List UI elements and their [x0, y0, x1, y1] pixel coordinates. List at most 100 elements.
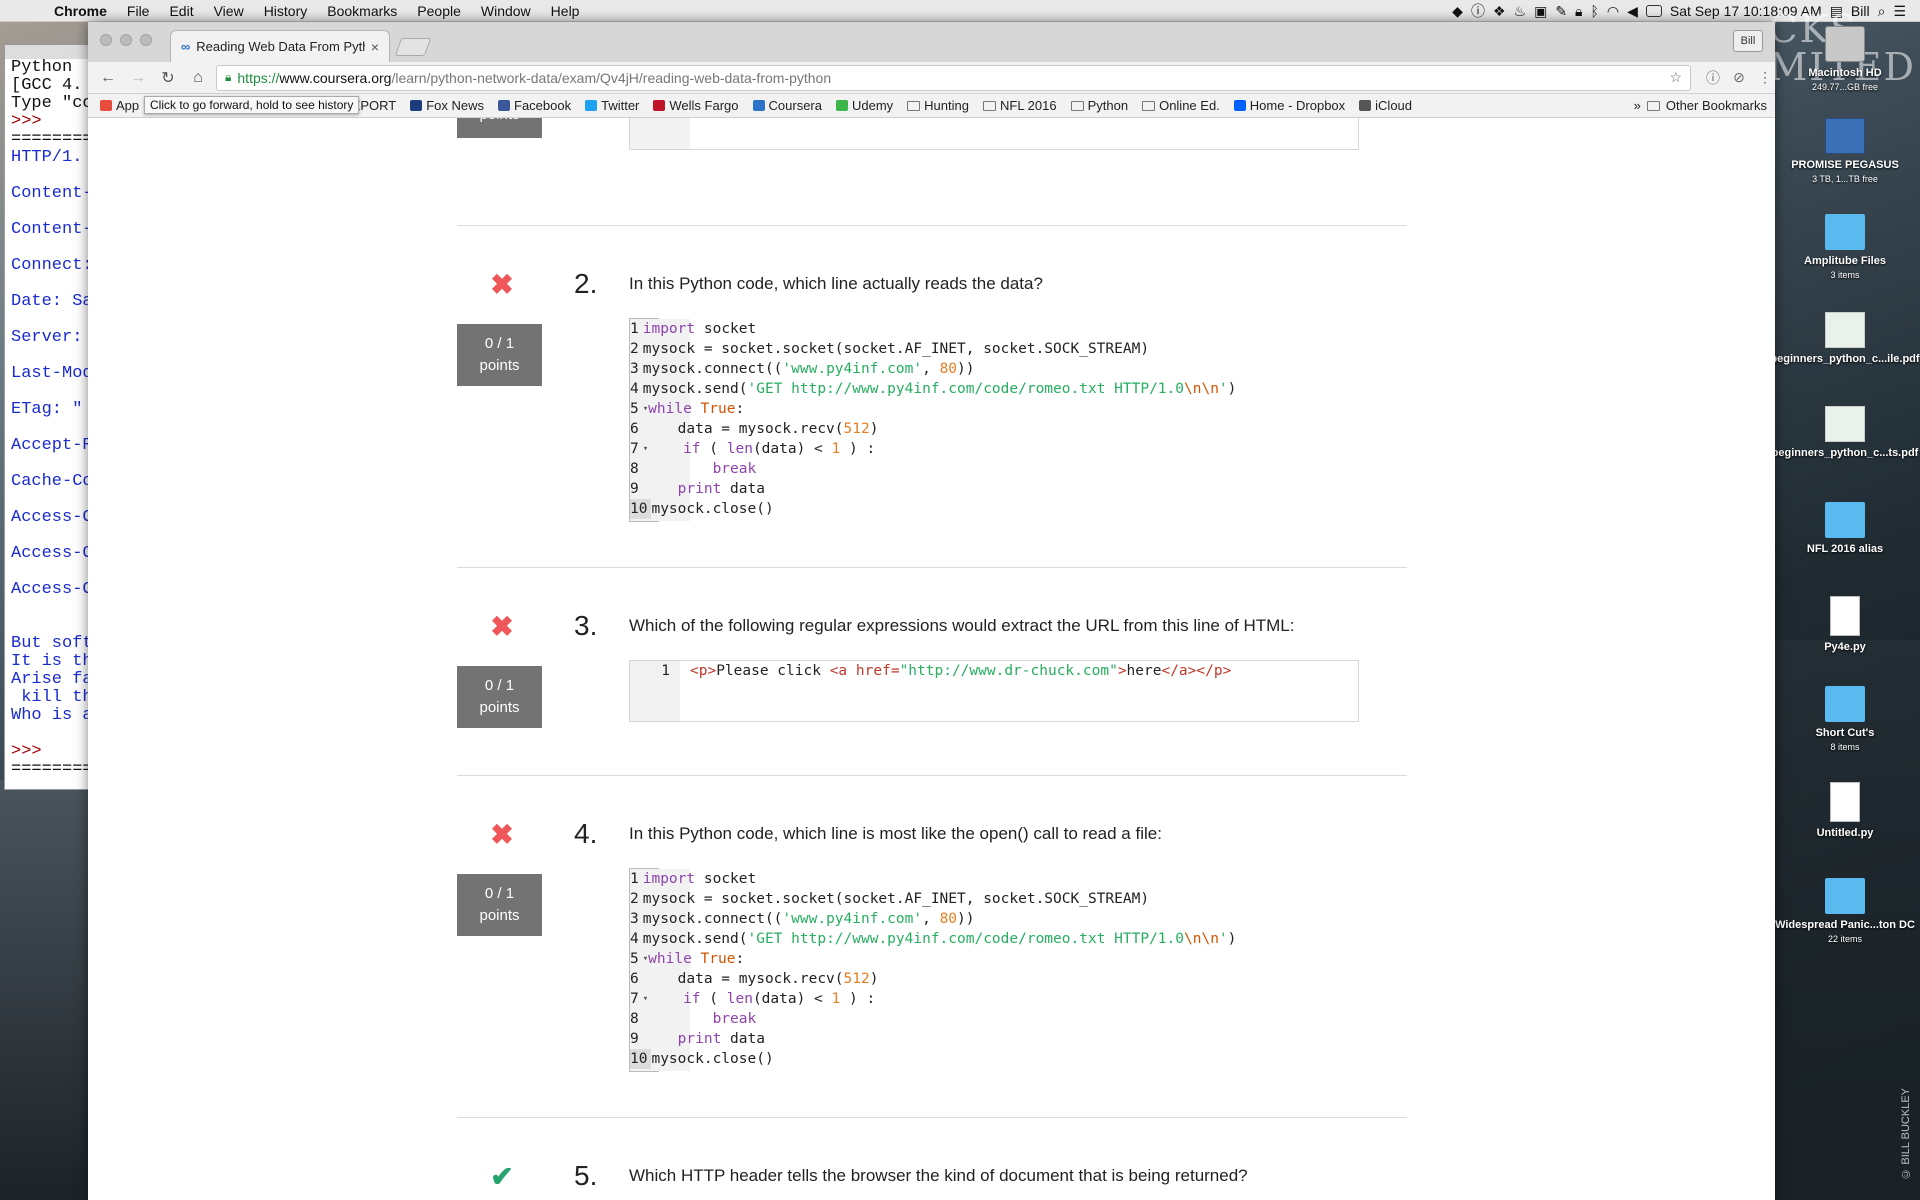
menu-app-name[interactable]: Chrome	[44, 3, 117, 19]
battery-icon[interactable]	[1645, 5, 1662, 17]
back-button[interactable]: ←	[96, 69, 120, 87]
bookmark-label: Online Ed.	[1159, 98, 1220, 113]
menu-history[interactable]: History	[254, 3, 318, 19]
bookmark-udemy[interactable]: Udemy	[835, 98, 893, 113]
line-number: 1	[661, 663, 670, 679]
bookmark-facebook[interactable]: Facebook	[498, 98, 571, 113]
profile-button[interactable]: Bill	[1733, 30, 1763, 52]
bookmark-twitter[interactable]: Twitter	[585, 98, 639, 113]
extension-block-icon[interactable]: ⊘	[1729, 69, 1749, 86]
menu-help[interactable]: Help	[541, 3, 590, 19]
volume-icon[interactable]: ◀	[1627, 3, 1638, 20]
idle-titlebar[interactable]	[5, 45, 89, 59]
wifi-icon[interactable]: ◠	[1607, 3, 1619, 20]
menu-people[interactable]: People	[407, 3, 471, 19]
bookmarks-more-button[interactable]: »	[1634, 98, 1641, 113]
menu-file[interactable]: File	[117, 3, 160, 19]
desktop-icon-folder[interactable]: Amplitube Files 3 items	[1770, 214, 1920, 282]
code-block: 1 <p>Please click <a href="http://www.dr-…	[629, 660, 1359, 722]
status-info-icon[interactable]: ⓘ	[1471, 1, 1485, 21]
address-bar[interactable]: 🔒︎ https://www.coursera.org/learn/python…	[216, 64, 1691, 91]
fox-icon	[410, 100, 423, 111]
lock-status-icon[interactable]: 🔒︎	[1575, 3, 1582, 20]
desktop-icon-peg[interactable]: PROMISE PEGASUS 3 TB, 1...TB free	[1770, 118, 1920, 186]
score-label: points	[479, 357, 520, 374]
desktop-icon-py[interactable]: Py4e.py	[1770, 596, 1920, 654]
idle-output-line: Access-C	[11, 580, 90, 599]
score-label: points	[479, 907, 520, 924]
menu-bookmarks[interactable]: Bookmarks	[317, 3, 407, 19]
idle-output-line: kill th	[11, 688, 90, 707]
idle-shell-window[interactable]: Python [GCC 4. Type "co >>> ======== HTT…	[4, 44, 90, 790]
bookmark-home-dropbox[interactable]: Home - Dropbox	[1233, 98, 1345, 113]
bookmark-app[interactable]: App	[100, 98, 139, 113]
minimize-window-button[interactable]	[120, 34, 132, 46]
bookmark-hunting[interactable]: Hunting	[907, 98, 969, 113]
menu-edit[interactable]: Edit	[159, 3, 203, 19]
desktop-icon-folder[interactable]: Widespread Panic...ton DC 22 items	[1770, 878, 1920, 946]
secure-lock-icon[interactable]: 🔒︎	[225, 70, 231, 85]
bookmark-label: Fox News	[426, 98, 484, 113]
code-text: data = mysock.recv(512)	[642, 421, 879, 437]
new-tab-button[interactable]	[394, 38, 432, 56]
score-label: points	[479, 699, 520, 716]
question-number: 2.	[574, 268, 598, 299]
menu-window[interactable]: Window	[471, 3, 541, 19]
question-text: Which HTTP header tells the browser the …	[629, 1166, 1248, 1185]
desktop-icon-py[interactable]: Untitled.py	[1770, 782, 1920, 840]
desktop-icon-label: Py4e.py	[1824, 641, 1866, 653]
url-path: /learn/python-network-data/exam/Qv4jH/re…	[391, 69, 832, 86]
question-text: Which of the following regular expressio…	[629, 616, 1295, 635]
bookmark-wells-fargo[interactable]: Wells Fargo	[653, 98, 739, 113]
code-line: 1 import socket	[630, 319, 756, 339]
idle-output-line: Connect:	[11, 256, 90, 275]
flame-status-icon[interactable]: ♨	[1514, 3, 1527, 20]
bookmark-icloud[interactable]: iCloud	[1359, 98, 1412, 113]
menu-view[interactable]: View	[204, 3, 254, 19]
bookmark-fox-news[interactable]: Fox News	[410, 98, 484, 113]
idle-output-line: >>>	[11, 742, 42, 761]
apps-icon	[100, 100, 112, 111]
line-number: 5	[630, 951, 639, 967]
desktop-icon-pdf[interactable]: beginners_python_c...ile.pdf	[1770, 312, 1920, 366]
code-text: if ( len(data) < 1 ) :	[683, 991, 876, 1007]
line-number: 6	[630, 971, 639, 987]
code-line: 4 mysock.send('GET http://www.py4inf.com/…	[630, 379, 1236, 399]
idle-output-line: Arise fa	[11, 670, 90, 689]
chrome-menu-icon[interactable]: ⋮	[1755, 69, 1775, 86]
desktop-icon-pdf[interactable]: beginners_python_c...ts.pdf	[1770, 406, 1920, 460]
desktop-icon-folder[interactable]: Short Cut's 8 items	[1770, 686, 1920, 754]
desktop-icon-folder[interactable]: NFL 2016 alias	[1770, 502, 1920, 556]
bookmark-coursera[interactable]: Coursera	[752, 98, 822, 113]
notes-status-icon[interactable]: ✎	[1555, 3, 1567, 20]
line-number: 10	[630, 499, 652, 519]
browser-toolbar: ← → ↻ ⌂ 🔒︎ https://www.coursera.org/lear…	[88, 62, 1775, 94]
display-status-icon[interactable]: ▣	[1534, 3, 1547, 20]
reload-button[interactable]: ↻	[156, 68, 180, 88]
desktop-icon-hd[interactable]: Macintosh HD 249.77...GB free	[1770, 26, 1920, 94]
bookmark-online-ed[interactable]: Online Ed.	[1142, 98, 1220, 113]
idle-output-line: Python	[11, 58, 83, 77]
code-line: 8 break	[630, 1009, 756, 1029]
bluetooth-icon[interactable]: ᛒ	[1591, 3, 1599, 19]
home-button[interactable]: ⌂	[186, 69, 210, 87]
code-line: 10 mysock.close()	[630, 499, 774, 519]
question-number: 5.	[574, 1160, 598, 1191]
bookmark-nfl-2016[interactable]: NFL 2016	[982, 98, 1057, 113]
bookmark-star-icon[interactable]: ☆	[1669, 69, 1682, 86]
other-bookmarks[interactable]: Other Bookmarks	[1666, 98, 1767, 113]
tab-close-icon[interactable]: ×	[371, 39, 379, 55]
forward-button[interactable]: →	[126, 69, 150, 87]
bookmark-label: NFL 2016	[999, 98, 1057, 113]
close-window-button[interactable]	[100, 34, 112, 46]
dropbox-status-icon[interactable]: ❖	[1493, 3, 1506, 20]
bookmark-python[interactable]: Python	[1070, 98, 1128, 113]
zoom-window-button[interactable]	[140, 34, 152, 46]
tab-active[interactable]: ∞ Reading Web Data From Pytho ×	[170, 30, 390, 62]
code-text: mysock.close()	[651, 501, 774, 517]
extension-info-icon[interactable]: ⓘ	[1703, 68, 1723, 88]
desktop-icon-sublabel: 22 items	[1827, 934, 1862, 944]
code-text: break	[712, 461, 757, 477]
status-app-icon[interactable]: ◆	[1452, 3, 1463, 20]
